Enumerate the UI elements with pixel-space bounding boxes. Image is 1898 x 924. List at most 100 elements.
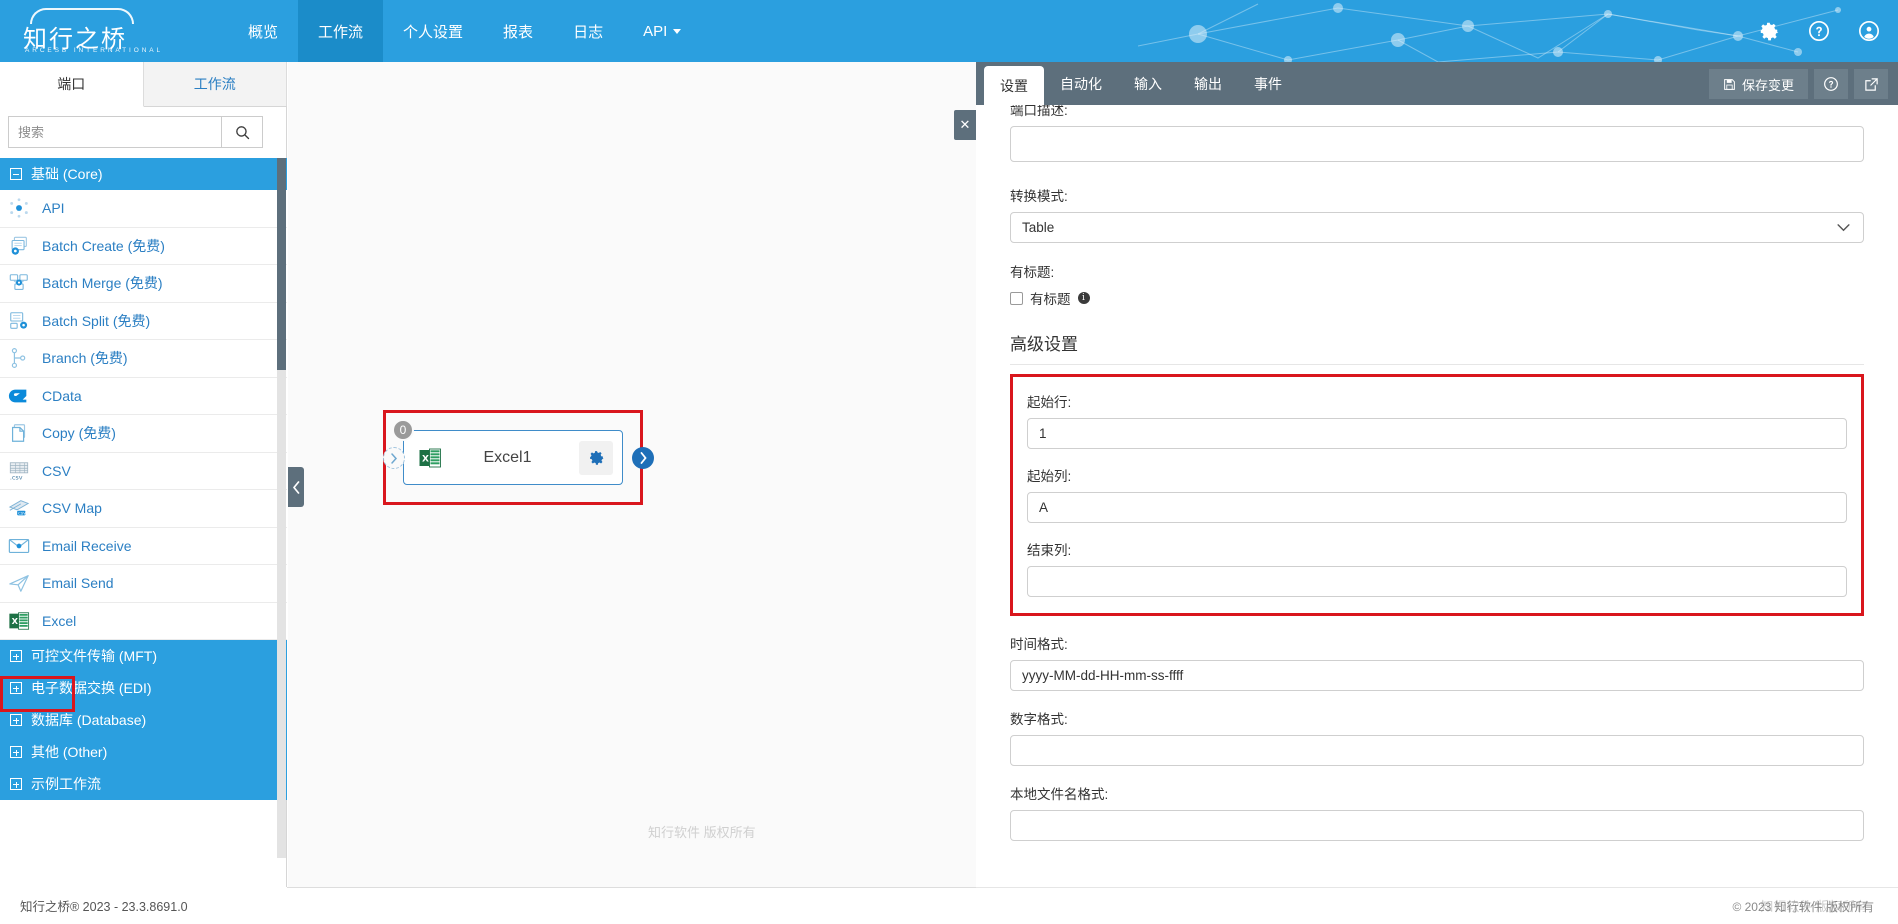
sidebar-item-api[interactable]: API	[0, 190, 287, 228]
tab-events[interactable]: 事件	[1238, 62, 1298, 105]
sidebar-group-core[interactable]: 基础 (Core)	[0, 158, 287, 190]
nav-item-api[interactable]: API	[623, 0, 701, 62]
sidebar-item-batch-create[interactable]: Batch Create (免费)	[0, 228, 287, 266]
search-button[interactable]	[221, 116, 263, 148]
tab-label: 设置	[1000, 76, 1028, 96]
nav-item-overview[interactable]: 概览	[228, 0, 298, 62]
field-description: 端口描述:	[1010, 105, 1864, 167]
sidebar-collapse-handle[interactable]	[288, 467, 304, 507]
tab-label: 输出	[1194, 74, 1222, 94]
panel-help-button[interactable]	[1814, 69, 1848, 99]
advanced-settings-highlight-box: 起始行: 起始列: 结束列:	[1010, 374, 1864, 616]
expand-plus-icon	[10, 746, 22, 758]
sidebar-item-csv[interactable]: .csv CSV	[0, 453, 287, 491]
number-format-input[interactable]	[1010, 735, 1864, 766]
sidebar-group-edi[interactable]: 电子数据交换 (EDI)	[0, 672, 287, 704]
has-header-checkbox[interactable]	[1010, 292, 1023, 305]
nav-item-reports[interactable]: 报表	[483, 0, 553, 62]
sidebar-tab-label: 端口	[57, 74, 85, 94]
gear-icon[interactable]	[1758, 20, 1780, 42]
start-column-label: 起始列:	[1027, 465, 1847, 485]
app-logo[interactable]: 知行之桥 ARCESB INTERNATIONAL	[18, 6, 148, 56]
tab-settings[interactable]: 设置	[984, 66, 1044, 105]
nav-label: 工作流	[318, 21, 363, 42]
sidebar-group-example-workflows[interactable]: 示例工作流	[0, 768, 287, 800]
sidebar-group-mft[interactable]: 可控文件传输 (MFT)	[0, 640, 287, 672]
excel-icon: X	[418, 446, 442, 470]
nav-label: 概览	[248, 21, 278, 42]
top-navigation-bar: 知行之桥 ARCESB INTERNATIONAL 概览 工作流 个人设置 报表…	[0, 0, 1898, 62]
close-panel-button[interactable]: ✕	[954, 110, 976, 140]
tab-input[interactable]: 输入	[1118, 62, 1178, 105]
chevron-left-icon	[292, 481, 301, 494]
sidebar-tab-workflows[interactable]: 工作流	[144, 62, 288, 106]
sidebar-item-batch-split[interactable]: Batch Split (免费)	[0, 303, 287, 341]
help-icon[interactable]	[1808, 20, 1830, 42]
tab-label: 自动化	[1060, 74, 1102, 94]
nav-item-personal-settings[interactable]: 个人设置	[383, 0, 483, 62]
group-label: 电子数据交换 (EDI)	[31, 678, 152, 698]
workflow-node-excel1[interactable]: 0 X Excel1	[403, 430, 623, 485]
sidebar-item-email-receive[interactable]: Email Receive	[0, 528, 287, 566]
sidebar-item-cdata[interactable]: CData	[0, 378, 287, 416]
start-row-input[interactable]	[1027, 418, 1847, 449]
nav-item-logs[interactable]: 日志	[553, 0, 623, 62]
right-panel-footer: © 2023 知行软件 版权所有 知行软件 版权所有	[976, 887, 1898, 924]
search-input[interactable]	[8, 116, 221, 148]
sidebar-group-database[interactable]: 数据库 (Database)	[0, 704, 287, 736]
group-label: 其他 (Other)	[31, 742, 107, 762]
sidebar-tab-ports[interactable]: 端口	[0, 62, 144, 107]
batch-create-icon	[8, 235, 30, 257]
collapse-minus-icon	[10, 168, 22, 180]
group-label: 可控文件传输 (MFT)	[31, 646, 157, 666]
sidebar-item-email-send[interactable]: Email Send	[0, 565, 287, 603]
canvas-watermark: 知行软件 版权所有	[648, 822, 756, 841]
node-settings-button[interactable]	[579, 441, 613, 475]
workflow-canvas[interactable]: 0 X Excel1	[288, 62, 976, 887]
field-start-column: 起始列:	[1027, 465, 1847, 523]
save-disk-icon	[1723, 78, 1736, 91]
node-input-connector[interactable]	[383, 447, 405, 469]
save-label: 保存变更	[1742, 75, 1794, 94]
sidebar-item-branch[interactable]: Branch (免费)	[0, 340, 287, 378]
version-text: 知行之桥® 2023 - 23.3.8691.0	[20, 896, 188, 915]
description-textarea[interactable]	[1010, 126, 1864, 162]
batch-split-icon	[8, 310, 30, 332]
field-local-filename-format: 本地文件名格式:	[1010, 783, 1864, 841]
time-format-input[interactable]	[1010, 660, 1864, 691]
tab-output[interactable]: 输出	[1178, 62, 1238, 105]
expand-plus-icon	[10, 778, 22, 790]
has-header-label: 有标题:	[1010, 261, 1864, 281]
right-panel-tabs: 设置 自动化 输入 输出 事件	[984, 62, 1298, 105]
help-icon	[1823, 76, 1839, 92]
sidebar-item-batch-merge[interactable]: Batch Merge (免费)	[0, 265, 287, 303]
sidebar-item-excel[interactable]: X Excel	[0, 603, 287, 641]
description-label: 端口描述:	[1010, 105, 1864, 119]
node-output-connector[interactable]	[632, 447, 654, 469]
save-changes-button[interactable]: 保存变更	[1709, 69, 1808, 99]
chevron-right-icon	[639, 452, 648, 464]
time-format-label: 时间格式:	[1010, 633, 1864, 653]
sidebar-item-copy[interactable]: Copy (免费)	[0, 415, 287, 453]
branch-icon	[8, 347, 30, 369]
chevron-right-icon	[390, 453, 398, 464]
cdata-icon	[8, 385, 30, 407]
external-link-icon	[1864, 77, 1879, 92]
start-column-input[interactable]	[1027, 492, 1847, 523]
node-label: Excel1	[442, 449, 579, 467]
sidebar-scrollbar-thumb[interactable]	[277, 158, 286, 370]
panel-expand-button[interactable]	[1854, 69, 1888, 99]
sidebar-group-other[interactable]: 其他 (Other)	[0, 736, 287, 768]
svg-text:CSV: CSV	[18, 511, 26, 516]
convert-mode-select[interactable]: Table	[1010, 212, 1864, 243]
user-icon[interactable]	[1858, 20, 1880, 42]
nav-item-workflow[interactable]: 工作流	[298, 0, 383, 62]
info-icon[interactable]: i	[1078, 292, 1090, 304]
sidebar-item-csv-map[interactable]: CSV CSV Map	[0, 490, 287, 528]
tab-automation[interactable]: 自动化	[1044, 62, 1118, 105]
tab-label: 输入	[1134, 74, 1162, 94]
right-panel-actions: 保存变更	[1709, 69, 1888, 99]
local-filename-format-input[interactable]	[1010, 810, 1864, 841]
email-send-icon	[8, 572, 30, 594]
end-column-input[interactable]	[1027, 566, 1847, 597]
